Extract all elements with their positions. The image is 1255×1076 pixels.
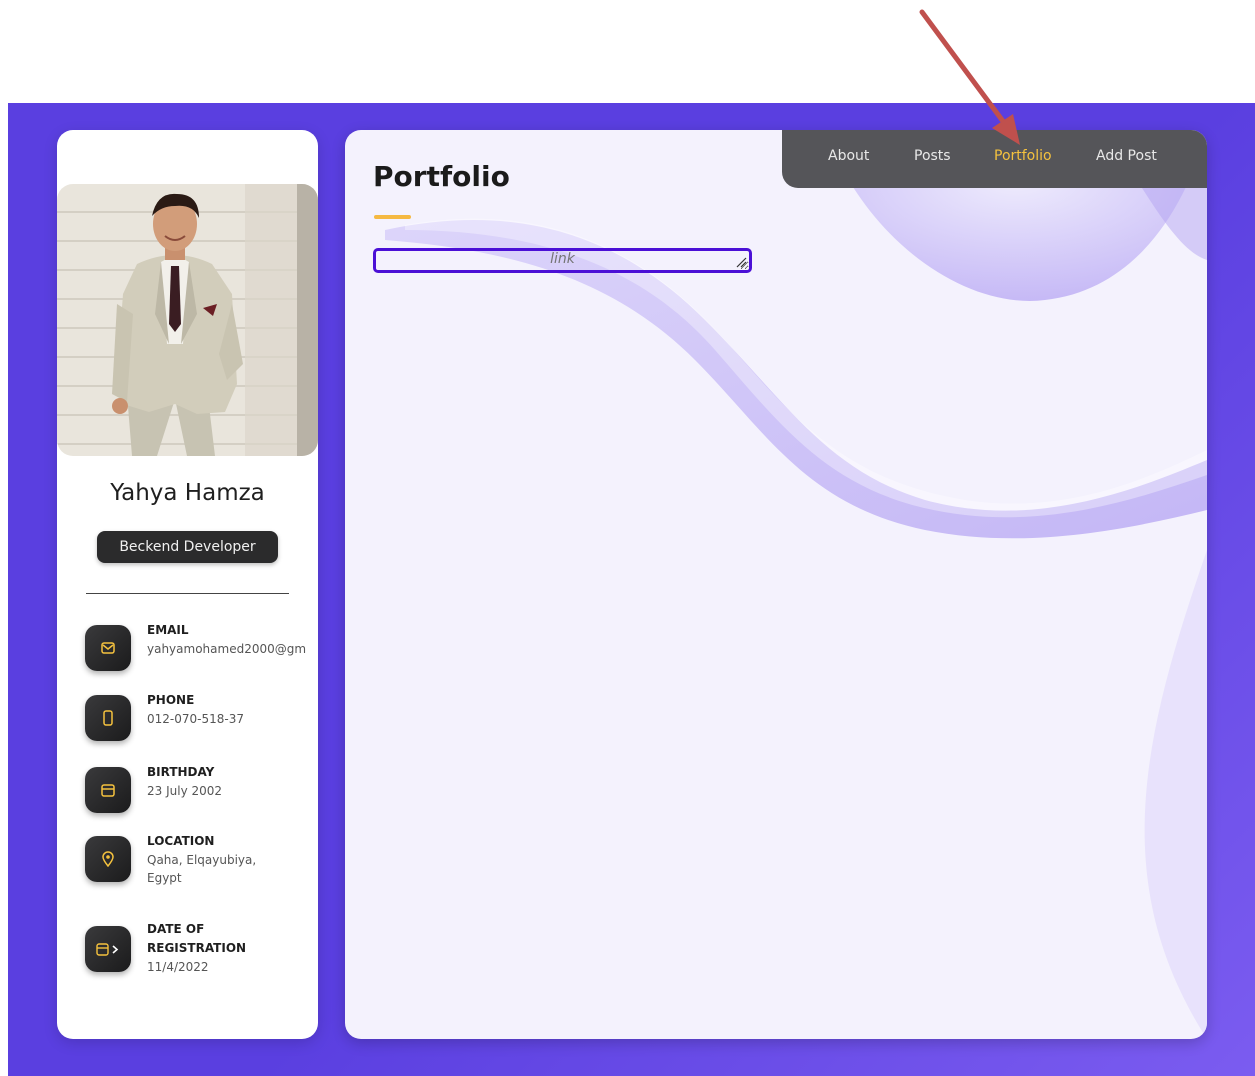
- contact-location: LOCATION Qaha, Elqayubiya, Egypt: [85, 834, 318, 896]
- profile-sidebar: Beckend Developer EMAIL yahyamohamed2000…: [57, 130, 318, 1039]
- contact-value[interactable]: yahyamohamed2000@gm: [147, 640, 317, 658]
- nav-add-post[interactable]: Add Post: [1096, 148, 1157, 164]
- nav-portfolio[interactable]: Portfolio: [994, 148, 1052, 164]
- link-input[interactable]: [373, 248, 752, 273]
- contact-label: PHONE: [147, 693, 195, 707]
- mail-icon: [85, 625, 131, 671]
- phone-icon: [85, 695, 131, 741]
- contact-value: 11/4/2022: [147, 960, 209, 974]
- calendar-arrow-icon: [85, 926, 131, 972]
- contact-label: LOCATION: [147, 834, 215, 848]
- contact-value[interactable]: 012-070-518-37: [147, 710, 317, 728]
- contact-label: BIRTHDAY: [147, 765, 215, 779]
- title-underline: [374, 215, 411, 219]
- divider: [86, 593, 289, 594]
- resize-handle-icon[interactable]: [735, 256, 747, 268]
- contact-registration: DATE OF REGISTRATION 11/4/2022: [85, 922, 318, 986]
- contact-value: Qaha, Elqayubiya, Egypt: [147, 853, 257, 885]
- profile-name: Yahya Hamza: [110, 480, 265, 506]
- nav-about[interactable]: About: [828, 148, 869, 164]
- location-pin-icon: [85, 836, 131, 882]
- page-title: Portfolio: [373, 160, 510, 193]
- navbar: About Posts Portfolio Add Post: [782, 130, 1207, 188]
- contact-phone: PHONE 012-070-518-37: [85, 693, 318, 755]
- nav-posts[interactable]: Posts: [914, 148, 951, 164]
- contact-label: DATE OF REGISTRATION: [147, 922, 247, 955]
- avatar: [57, 184, 318, 456]
- role-badge: Beckend Developer: [97, 531, 278, 563]
- contact-birthday: BIRTHDAY 23 July 2002: [85, 765, 318, 827]
- contact-label: EMAIL: [147, 623, 189, 637]
- contact-email: EMAIL yahyamohamed2000@gm: [85, 623, 318, 685]
- contact-value: 23 July 2002: [147, 784, 223, 798]
- main-content: Portfolio About Posts Portfolio Add Post: [345, 130, 1207, 1039]
- calendar-icon: [85, 767, 131, 813]
